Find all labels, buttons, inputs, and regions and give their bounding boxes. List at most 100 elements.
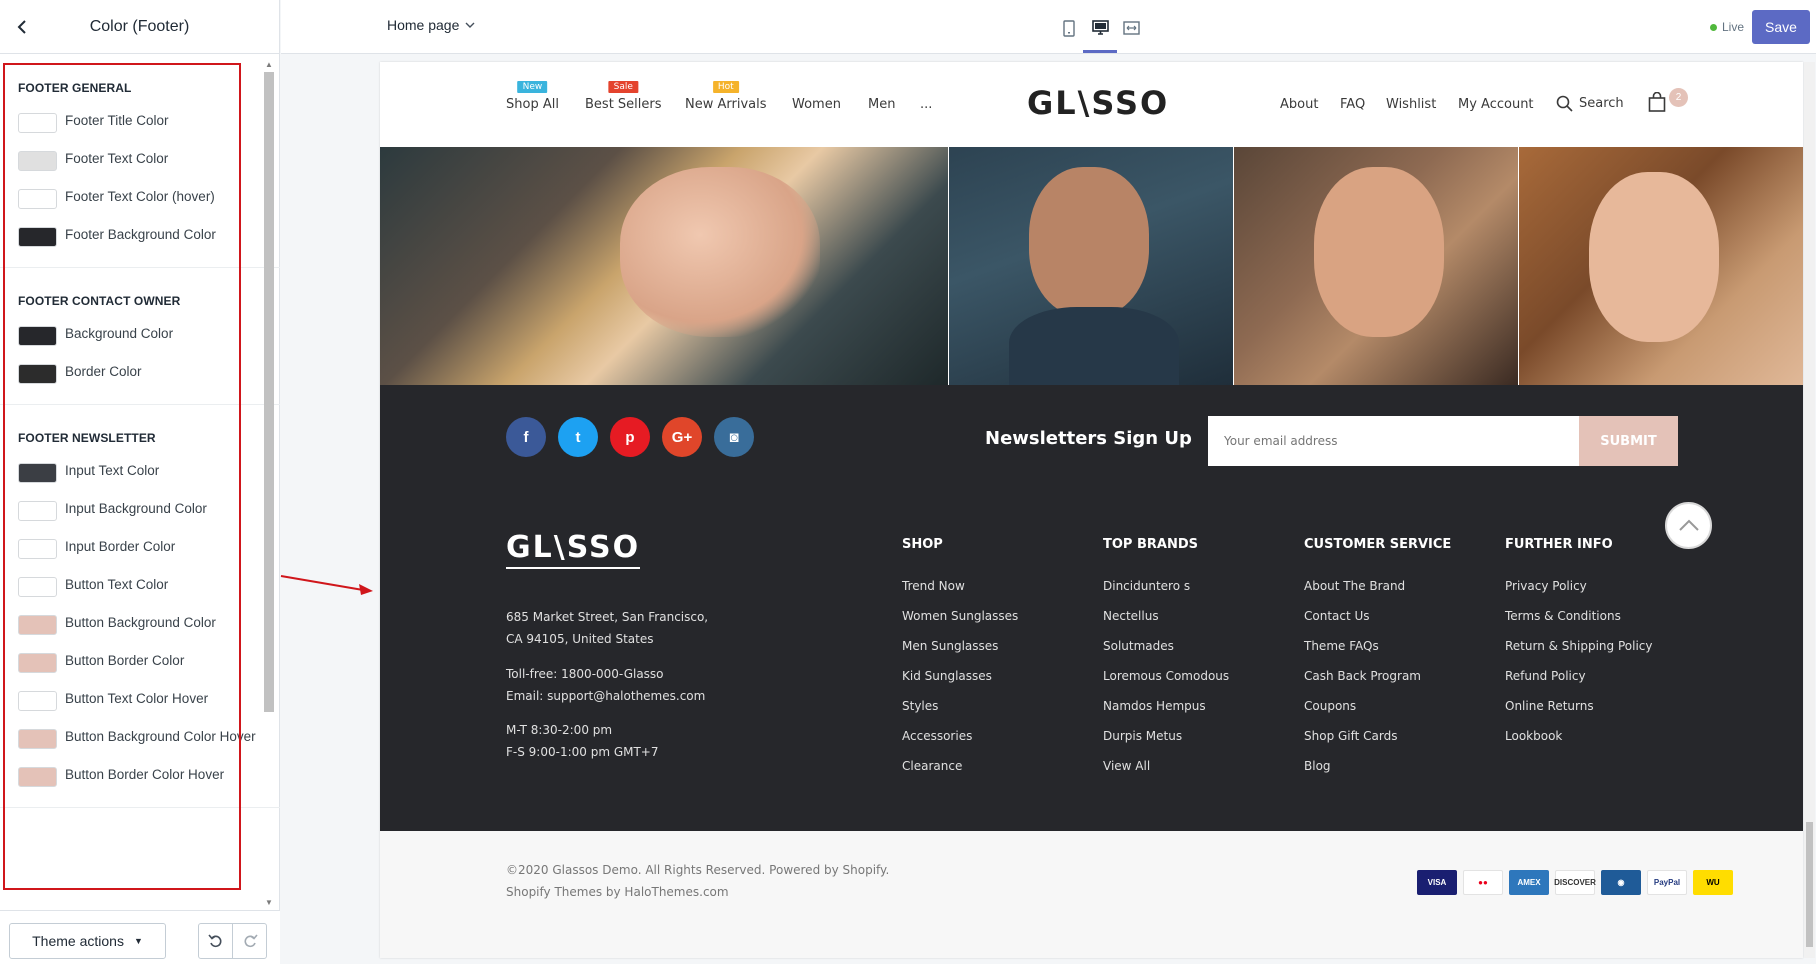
color-setting[interactable]: Button Text Color [18, 567, 262, 605]
footer-link[interactable]: Online Returns [1505, 699, 1653, 729]
color-setting[interactable]: Button Text Color Hover [18, 681, 262, 719]
pinterest-icon[interactable]: p [610, 417, 650, 457]
footer-link[interactable]: Namdos Hempus [1103, 699, 1229, 729]
footer-link[interactable]: Men Sunglasses [902, 639, 1018, 669]
store-preview[interactable]: New Shop All Sale Best Sellers Hot New A… [380, 62, 1803, 958]
nav-wishlist[interactable]: Wishlist [1386, 97, 1436, 112]
fullscreen-view-button[interactable] [1117, 14, 1145, 42]
footer-link[interactable]: Accessories [902, 729, 1018, 759]
search-button[interactable]: Search [1556, 95, 1624, 112]
footer-link[interactable]: Return & Shipping Policy [1505, 639, 1653, 669]
footer-link[interactable]: Theme FAQs [1304, 639, 1451, 669]
nav-more[interactable]: ... [920, 97, 932, 112]
footer-link[interactable]: Women Sunglasses [902, 609, 1018, 639]
footer-link[interactable]: Durpis Metus [1103, 729, 1229, 759]
footer-link[interactable]: Loremous Comodous [1103, 669, 1229, 699]
footer-link[interactable]: Privacy Policy [1505, 579, 1653, 609]
footer-link[interactable]: Solutmades [1103, 639, 1229, 669]
color-setting[interactable]: Background Color [18, 316, 262, 354]
color-setting[interactable]: Input Background Color [18, 491, 262, 529]
color-swatch[interactable] [18, 113, 57, 133]
footer-link[interactable]: Coupons [1304, 699, 1451, 729]
nav-shop-all[interactable]: New Shop All [506, 81, 559, 112]
nav-women[interactable]: Women [792, 97, 841, 112]
scroll-up-arrow-icon[interactable]: ▲ [264, 60, 274, 70]
color-setting[interactable]: Footer Text Color [18, 141, 262, 179]
color-swatch[interactable] [18, 653, 57, 673]
settings-list[interactable]: FOOTER GENERAL Footer Title Color Footer T… [0, 55, 280, 905]
color-setting[interactable]: Input Text Color [18, 453, 262, 491]
scrollbar-thumb[interactable] [264, 72, 274, 712]
instagram-icon[interactable]: ◙ [714, 417, 754, 457]
footer-link[interactable]: Cash Back Program [1304, 669, 1451, 699]
footer-link[interactable]: Lookbook [1505, 729, 1653, 759]
color-setting[interactable]: Input Border Color [18, 529, 262, 567]
color-setting[interactable]: Button Background Color Hover [18, 719, 262, 757]
color-swatch[interactable] [18, 463, 57, 483]
color-swatch[interactable] [18, 539, 57, 559]
back-button[interactable] [8, 13, 36, 41]
color-swatch[interactable] [18, 767, 57, 787]
scroll-down-arrow-icon[interactable]: ▼ [264, 898, 274, 908]
footer-link[interactable]: View All [1103, 759, 1229, 789]
footer-link[interactable]: Clearance [902, 759, 1018, 789]
newsletter-email-input[interactable] [1208, 416, 1580, 466]
footer-link[interactable]: Terms & Conditions [1505, 609, 1653, 639]
color-setting[interactable]: Footer Title Color [18, 103, 262, 141]
photo-woman-round-glasses[interactable] [1234, 147, 1518, 385]
color-swatch[interactable] [18, 189, 57, 209]
mobile-view-button[interactable] [1055, 14, 1083, 42]
sidebar-scrollbar[interactable]: ▲ ▼ [263, 60, 275, 910]
undo-button[interactable] [198, 923, 233, 959]
store-logo[interactable]: GL\SSO [1027, 84, 1169, 122]
footer-link[interactable]: Kid Sunglasses [902, 669, 1018, 699]
color-swatch[interactable] [18, 151, 57, 171]
footer-link[interactable]: Styles [902, 699, 1018, 729]
twitter-icon[interactable]: t [558, 417, 598, 457]
color-setting[interactable]: Border Color [18, 354, 262, 392]
facebook-icon[interactable]: f [506, 417, 546, 457]
color-swatch[interactable] [18, 577, 57, 597]
footer-link[interactable]: Nectellus [1103, 609, 1229, 639]
color-setting[interactable]: Button Border Color Hover [18, 757, 262, 795]
footer-link[interactable]: Refund Policy [1505, 669, 1653, 699]
redo-button[interactable] [232, 923, 267, 959]
photo-woman-red-sunglasses[interactable] [1519, 147, 1803, 385]
preview-scrollbar[interactable] [1804, 62, 1815, 958]
desktop-view-button[interactable] [1086, 14, 1114, 42]
google-plus-icon[interactable]: G+ [662, 417, 702, 457]
theme-actions-button[interactable]: Theme actions ▼ [9, 923, 166, 959]
color-swatch[interactable] [18, 501, 57, 521]
footer-link[interactable]: Dinciduntero s [1103, 579, 1229, 609]
nav-best-sellers[interactable]: Sale Best Sellers [585, 81, 662, 112]
preview-scrollbar-thumb[interactable] [1806, 822, 1813, 947]
footer-logo[interactable]: GL\SSO [506, 530, 641, 569]
photo-man-sunglasses[interactable] [949, 147, 1233, 385]
color-swatch[interactable] [18, 326, 57, 346]
nav-about[interactable]: About [1280, 97, 1318, 112]
photo-woman-blonde[interactable] [380, 147, 948, 385]
color-setting[interactable]: Button Border Color [18, 643, 262, 681]
nav-my-account[interactable]: My Account [1458, 97, 1534, 112]
color-swatch[interactable] [18, 364, 57, 384]
save-button[interactable]: Save [1752, 10, 1810, 44]
back-to-top-button[interactable] [1665, 502, 1712, 549]
footer-link[interactable]: About The Brand [1304, 579, 1451, 609]
footer-link[interactable]: Shop Gift Cards [1304, 729, 1451, 759]
color-swatch[interactable] [18, 729, 57, 749]
color-swatch[interactable] [18, 615, 57, 635]
color-swatch[interactable] [18, 691, 57, 711]
footer-link[interactable]: Blog [1304, 759, 1451, 789]
footer-link[interactable]: Contact Us [1304, 609, 1451, 639]
color-setting[interactable]: Footer Text Color (hover) [18, 179, 262, 217]
nav-men[interactable]: Men [868, 97, 895, 112]
color-setting[interactable]: Button Background Color [18, 605, 262, 643]
nav-new-arrivals[interactable]: Hot New Arrivals [685, 81, 767, 112]
color-setting[interactable]: Footer Background Color [18, 217, 262, 255]
cart-icon[interactable] [1648, 92, 1666, 112]
color-swatch[interactable] [18, 227, 57, 247]
page-selector[interactable]: Home page [387, 17, 475, 33]
nav-faq[interactable]: FAQ [1340, 97, 1365, 112]
footer-link[interactable]: Trend Now [902, 579, 1018, 609]
newsletter-submit-button[interactable]: SUBMIT [1579, 416, 1678, 466]
